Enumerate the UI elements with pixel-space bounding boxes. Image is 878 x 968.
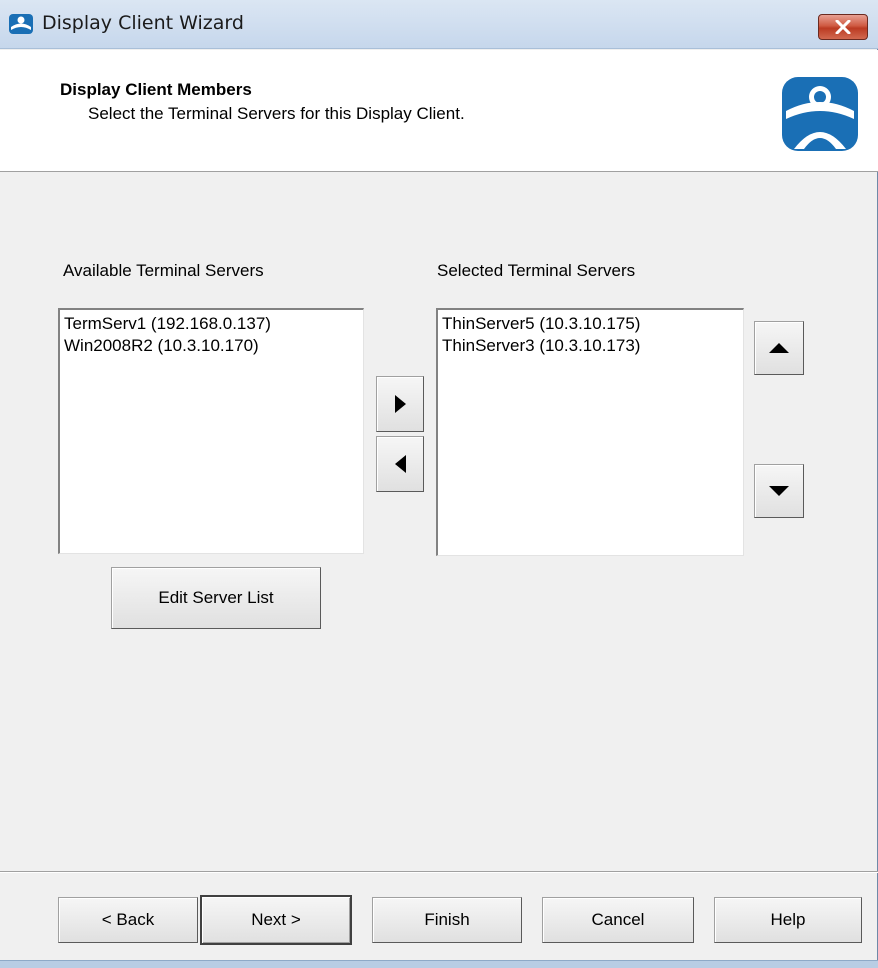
page-subtitle: Select the Terminal Servers for this Dis…	[88, 104, 465, 123]
back-button[interactable]: < Back	[58, 897, 198, 943]
list-item[interactable]: Win2008R2 (10.3.10.170)	[64, 335, 359, 357]
edit-server-list-button[interactable]: Edit Server List	[111, 567, 321, 629]
list-item[interactable]: ThinServer3 (10.3.10.173)	[442, 335, 739, 357]
arrow-right-icon	[394, 395, 406, 413]
wizard-header: Display Client Members Select the Termin…	[0, 50, 878, 172]
finish-button[interactable]: Finish	[372, 897, 522, 943]
move-up-button[interactable]	[754, 321, 804, 375]
available-servers-list[interactable]: TermServ1 (192.168.0.137) Win2008R2 (10.…	[58, 308, 364, 554]
selected-servers-label: Selected Terminal Servers	[437, 261, 636, 280]
close-button[interactable]	[818, 14, 868, 40]
list-item[interactable]: TermServ1 (192.168.0.137)	[64, 313, 359, 335]
wizard-window: Display Client Wizard Display Client Mem…	[0, 0, 878, 968]
remove-server-button[interactable]	[376, 436, 424, 492]
window-title: Display Client Wizard	[42, 12, 244, 34]
arrow-down-icon	[769, 486, 789, 496]
thinmanager-logo-icon	[9, 14, 33, 34]
thinmanager-logo-icon	[782, 77, 858, 151]
next-button[interactable]: Next >	[200, 895, 352, 945]
available-servers-label: Available Terminal Servers	[63, 261, 264, 280]
list-item[interactable]: ThinServer5 (10.3.10.175)	[442, 313, 739, 335]
arrow-left-icon	[394, 455, 406, 473]
selected-servers-list[interactable]: ThinServer5 (10.3.10.175) ThinServer3 (1…	[436, 308, 744, 556]
cancel-button[interactable]: Cancel	[542, 897, 694, 943]
close-icon	[835, 20, 851, 34]
help-button[interactable]: Help	[714, 897, 862, 943]
move-down-button[interactable]	[754, 464, 804, 518]
add-server-button[interactable]	[376, 376, 424, 432]
window-bottom-border	[0, 960, 878, 968]
title-bar[interactable]: Display Client Wizard	[0, 0, 878, 49]
arrow-up-icon	[769, 343, 789, 353]
footer-divider	[0, 871, 878, 873]
page-title: Display Client Members	[60, 80, 252, 99]
